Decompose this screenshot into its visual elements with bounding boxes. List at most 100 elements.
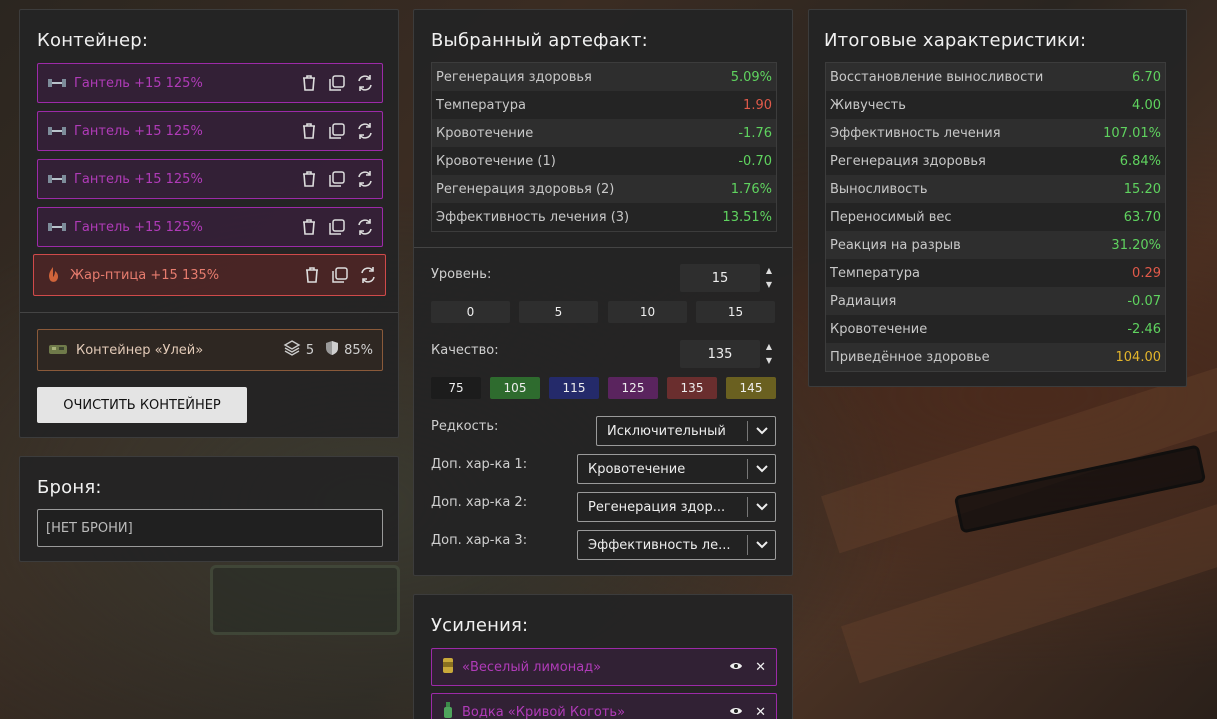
boosts-panel: Усиления: «Веселый лимонад» ✕ Водка «Кри… [413,594,793,719]
level-decrement-icon[interactable]: ▼ [764,280,774,290]
stat-name: Кровотечение [436,125,534,141]
stat-row: Регенерация здоровья 6.84% [826,147,1165,175]
quality-increment-icon[interactable]: ▲ [764,342,774,352]
copy-icon[interactable] [328,170,346,188]
level-preset-button[interactable]: 10 [608,301,687,323]
rarity-label: Редкость: [431,419,499,434]
totals-title: Итоговые характеристики: [824,30,1087,51]
level-preset-button[interactable]: 5 [519,301,598,323]
close-icon[interactable]: ✕ [755,660,766,675]
dumbbell-icon [46,74,68,92]
divider [414,247,792,248]
chevron-down-icon [747,421,775,441]
eye-icon[interactable] [729,705,743,719]
clear-container-button[interactable]: ОЧИСТИТЬ КОНТЕЙНЕР [37,387,247,423]
dumbbell-icon [46,170,68,188]
chevron-down-icon [747,535,775,555]
stat-value: 5.09% [730,69,772,85]
stat-row: Эффективность лечения (3) 13.51% [432,203,776,231]
refresh-icon[interactable] [356,218,374,236]
artifact-slot[interactable]: Гантель +15 125% [37,159,383,199]
stat-value: 6.84% [1119,153,1161,169]
artifact-label: Гантель +15 125% [74,123,203,139]
stat-name: Температура [830,265,920,281]
extra2-label: Доп. хар-ка 2: [431,495,528,510]
stat-row: Радиация -0.07 [826,287,1165,315]
boost-item[interactable]: Водка «Кривой Коготь» ✕ [431,693,777,719]
copy-icon[interactable] [328,74,346,92]
stat-value: 1.76% [730,181,772,197]
stat-value: -1.76 [738,125,772,141]
stat-value: 0.29 [1132,265,1161,281]
quality-preset-button[interactable]: 145 [726,377,776,399]
level-preset-button[interactable]: 0 [431,301,510,323]
artifact-slot[interactable]: Гантель +15 125% [37,63,383,103]
stat-name: Кровотечение (1) [436,153,556,169]
dumbbell-icon [46,218,68,236]
copy-icon[interactable] [328,218,346,236]
container-type-label: Контейнер «Улей» [76,342,204,358]
container-type-selector[interactable]: Контейнер «Улей» 5 85% [37,329,383,371]
rarity-select[interactable]: Исключительный [596,416,776,446]
boost-label: «Веселый лимонад» [462,659,602,675]
artifact-slot[interactable]: Гантель +15 125% [37,111,383,151]
close-icon[interactable]: ✕ [755,705,766,719]
trash-icon[interactable] [300,122,318,140]
stat-name: Регенерация здоровья (2) [436,181,615,197]
stat-name: Живучесть [830,97,906,113]
copy-icon[interactable] [328,122,346,140]
artifact-label: Жар-птица +15 135% [70,267,220,283]
stat-name: Эффективность лечения (3) [436,209,630,225]
refresh-icon[interactable] [359,266,377,284]
trash-icon[interactable] [300,74,318,92]
stat-value: 15.20 [1123,181,1161,197]
refresh-icon[interactable] [356,122,374,140]
quality-preset-button[interactable]: 115 [549,377,599,399]
stat-name: Кровотечение [830,321,928,337]
stat-row: Температура 1.90 [432,91,776,119]
dumbbell-icon [46,122,68,140]
stat-row: Кровотечение -1.76 [432,119,776,147]
stat-name: Восстановление выносливости [830,69,1044,85]
refresh-icon[interactable] [356,74,374,92]
artifact-label: Гантель +15 125% [74,171,203,187]
level-preset-button[interactable]: 15 [696,301,775,323]
artifact-slot-selected[interactable]: Жар-птица +15 135% [33,254,386,296]
level-increment-icon[interactable]: ▲ [764,266,774,276]
extra1-label: Доп. хар-ка 1: [431,457,528,472]
copy-icon[interactable] [331,266,349,284]
artifact-slot[interactable]: Гантель +15 125% [37,207,383,247]
container-panel: Контейнер: Гантель +15 125% Гантель +15 … [19,9,399,438]
quality-preset-button[interactable]: 125 [608,377,658,399]
extra2-select[interactable]: Регенерация здор... [577,492,776,522]
background-radio [210,565,400,635]
rarity-value: Исключительный [607,423,726,439]
bottle-icon [442,701,454,719]
extra1-value: Кровотечение [588,461,686,477]
quality-input[interactable]: 135 [680,340,760,368]
totals-panel: Итоговые характеристики: Восстановление … [808,9,1187,387]
stat-row: Приведённое здоровье 104.00 [826,343,1165,371]
quality-decrement-icon[interactable]: ▼ [764,356,774,366]
quality-preset-button[interactable]: 105 [490,377,540,399]
armor-field[interactable] [37,509,383,547]
quality-preset-button[interactable]: 135 [667,377,717,399]
trash-icon[interactable] [300,218,318,236]
totals-stats-table: Восстановление выносливости 6.70 Живучест… [825,62,1166,372]
quality-preset-button[interactable]: 75 [431,377,481,399]
trash-icon[interactable] [303,266,321,284]
firebird-icon [42,266,64,284]
protection-value: 85% [344,342,373,358]
extra1-select[interactable]: Кровотечение [577,454,776,484]
level-input[interactable]: 15 [680,264,760,292]
boost-item[interactable]: «Веселый лимонад» ✕ [431,648,777,686]
eye-icon[interactable] [729,660,743,675]
trash-icon[interactable] [300,170,318,188]
chevron-down-icon [747,497,775,517]
stat-value: 13.51% [722,209,772,225]
stat-row: Регенерация здоровья 5.09% [432,63,776,91]
refresh-icon[interactable] [356,170,374,188]
artifact-label: Гантель +15 125% [74,75,203,91]
extra3-select[interactable]: Эффективность ле... [577,530,776,560]
stat-row: Переносимый вес 63.70 [826,203,1165,231]
